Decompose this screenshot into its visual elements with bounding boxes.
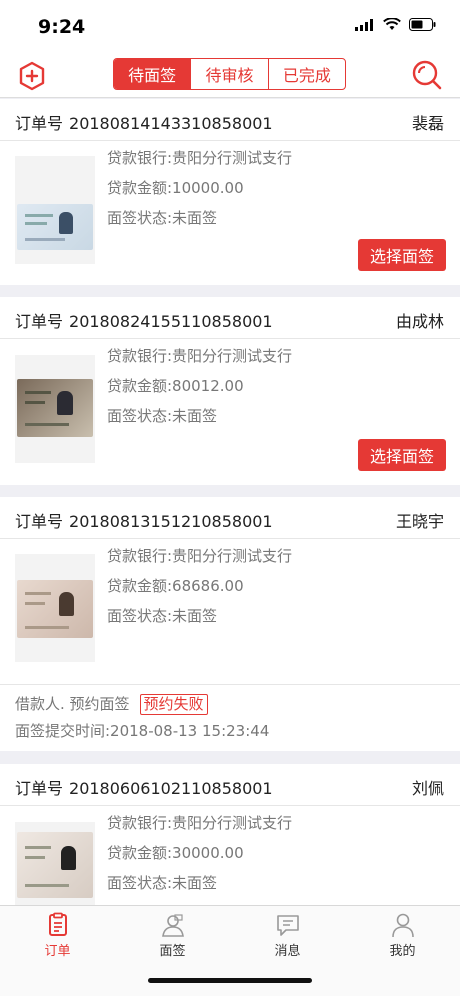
tab-message[interactable]: 消息 [230,912,345,962]
order-info: 贷款银行:贵阳分行测试支行 贷款金额:68686.00 面签状态:未面签 [107,545,292,635]
tab-interview[interactable]: 面签 [115,912,230,962]
id-card-photo[interactable] [15,355,95,463]
status-time: 9:24 [38,16,86,38]
submit-time: 面签提交时间:2018-08-13 15:23:44 [15,722,270,740]
nav-bar: 待面签 待审核 已完成 [0,54,460,98]
borrower-appointment-text: 借款人. 预约面签 [15,695,130,713]
order-footer: 借款人. 预约面签 预约失败 面签提交时间:2018-08-13 15:23:44 [0,684,460,751]
segment-completed[interactable]: 已完成 [267,59,345,89]
loan-amount: 贷款金额:68686.00 [107,577,244,595]
order-info: 贷款银行:贵阳分行测试支行 贷款金额:30000.00 面签状态:未面签 [107,812,292,902]
order-label: 订单号 [15,779,64,798]
wifi-icon [383,18,401,30]
order-number: 20180824155110858001 [69,312,273,331]
customer-name: 刘佩 [411,779,444,798]
tab-label: 面签 [159,944,186,959]
order-card[interactable]: 订单号 20180814143310858001 裴磊 贷款银行:贵阳分行测试支行… [0,99,460,285]
tab-label: 订单 [44,944,71,959]
select-interview-button[interactable]: 选择面签 [358,439,446,471]
interview-status: 面签状态:未面签 [107,407,218,425]
order-card[interactable]: 订单号 20180606102110858001 刘佩 贷款银行:贵阳分行测试支行… [0,764,460,905]
message-icon [276,915,299,936]
tab-label: 消息 [274,944,301,959]
loan-amount: 贷款金额:80012.00 [107,377,244,395]
interview-status: 面签状态:未面签 [107,209,218,227]
order-number: 20180813151210858001 [69,512,273,531]
loan-bank: 贷款银行:贵阳分行测试支行 [107,149,293,167]
order-label: 订单号 [15,312,64,331]
status-bar: 9:24 [0,0,460,54]
order-icon [48,912,67,936]
id-card-photo[interactable] [15,554,95,662]
home-indicator [148,978,312,983]
loan-bank: 贷款银行:贵阳分行测试支行 [107,347,293,365]
select-interview-button[interactable]: 选择面签 [358,239,446,271]
interview-status: 面签状态:未面签 [107,874,218,892]
interview-icon [161,914,184,937]
loan-bank: 贷款银行:贵阳分行测试支行 [107,814,293,832]
order-header: 订单号 20180814143310858001 裴磊 [0,99,460,141]
appointment-failed-badge: 预约失败 [139,694,208,715]
id-card-photo[interactable] [15,822,95,905]
order-card[interactable]: 订单号 20180824155110858001 由成林 贷款银行:贵阳分行测试支… [0,297,460,485]
tab-profile[interactable]: 我的 [345,912,460,962]
customer-name: 王晓宇 [395,512,444,531]
segment-pending-review[interactable]: 待审核 [190,59,267,89]
signal-icon [355,18,373,31]
interview-status: 面签状态:未面签 [107,607,218,625]
order-label: 订单号 [15,114,64,133]
customer-name: 由成林 [395,312,444,331]
add-order-icon[interactable] [16,60,48,92]
tab-order[interactable]: 订单 [0,912,115,962]
order-list: 订单号 20180814143310858001 裴磊 贷款银行:贵阳分行测试支行… [0,99,460,905]
order-number: 20180814143310858001 [69,114,273,133]
order-label: 订单号 [15,512,64,531]
loan-bank: 贷款银行:贵阳分行测试支行 [107,547,293,565]
order-header: 订单号 20180824155110858001 由成林 [0,297,460,339]
order-header: 订单号 20180606102110858001 刘佩 [0,764,460,806]
order-header: 订单号 20180813151210858001 王晓宇 [0,497,460,539]
battery-icon [409,18,436,31]
search-icon[interactable] [410,58,444,92]
loan-amount: 贷款金额:30000.00 [107,844,244,862]
order-info: 贷款银行:贵阳分行测试支行 贷款金额:80012.00 面签状态:未面签 [107,345,292,435]
loan-amount: 贷款金额:10000.00 [107,179,244,197]
profile-icon [391,913,414,938]
segment-pending-interview[interactable]: 待面签 [114,59,191,89]
status-icons [355,18,436,31]
tab-label: 我的 [389,944,416,959]
order-info: 贷款银行:贵阳分行测试支行 贷款金额:10000.00 面签状态:未面签 [107,147,292,237]
order-card[interactable]: 订单号 20180813151210858001 王晓宇 贷款银行:贵阳分行测试支… [0,497,460,751]
segment-control: 待面签 待审核 已完成 [113,58,346,90]
id-card-photo[interactable] [15,156,95,264]
order-number: 20180606102110858001 [69,779,273,798]
customer-name: 裴磊 [411,114,444,133]
